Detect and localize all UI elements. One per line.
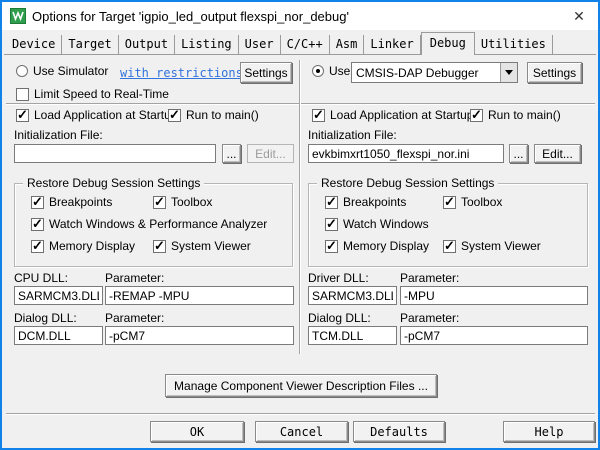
left-run-to-main-checkbox[interactable]: Run to main() xyxy=(168,108,259,122)
tab-user[interactable]: User xyxy=(239,35,281,55)
left-breakpoints-checkbox[interactable]: Breakpoints xyxy=(31,195,112,209)
right-dialog-dll-input[interactable] xyxy=(308,326,397,345)
left-browse-button[interactable]: ... xyxy=(222,144,241,163)
help-button[interactable]: Help xyxy=(503,421,595,442)
checkbox-box xyxy=(153,240,166,253)
checkbox-box xyxy=(312,109,325,122)
debugger-settings-button[interactable]: Settings xyxy=(527,62,582,83)
cpu-dll-input[interactable] xyxy=(14,286,103,305)
radio-circle xyxy=(16,65,28,77)
left-edit-button: Edit... xyxy=(247,144,294,163)
driver-dll-input[interactable] xyxy=(308,286,397,305)
left-restore-group-title: Restore Debug Session Settings xyxy=(23,176,204,190)
left-dialog-param-input[interactable] xyxy=(105,326,294,345)
with-restrictions-link[interactable]: with restrictions xyxy=(120,66,243,80)
titlebar: Options for Target 'igpio_led_output fle… xyxy=(2,2,598,30)
checkbox-box xyxy=(31,240,44,253)
left-load-app-checkbox[interactable]: Load Application at Startup xyxy=(16,108,177,122)
tab-debug[interactable]: Debug xyxy=(421,32,475,55)
checkbox-box xyxy=(470,109,483,122)
right-watch-windows-checkbox[interactable]: Watch Windows xyxy=(325,217,429,231)
checkbox-box xyxy=(31,218,44,231)
left-watch-windows-checkbox[interactable]: Watch Windows & Performance Analyzer xyxy=(31,217,267,231)
left-dialog-dll-input[interactable] xyxy=(14,326,103,345)
tab-cpp[interactable]: C/C++ xyxy=(281,35,330,55)
right-load-app-checkbox[interactable]: Load Application at Startup xyxy=(312,108,473,122)
right-restore-group: Restore Debug Session Settings Breakpoin… xyxy=(308,183,588,267)
left-memory-display-checkbox[interactable]: Memory Display xyxy=(31,239,135,253)
left-init-file-label: Initialization File: xyxy=(14,128,103,142)
driver-dll-label: Driver DLL: xyxy=(308,271,369,285)
driver-param-label: Parameter: xyxy=(400,271,459,285)
window-title: Options for Target 'igpio_led_output fle… xyxy=(32,9,349,24)
right-memory-display-checkbox[interactable]: Memory Display xyxy=(325,239,429,253)
left-init-file-input[interactable] xyxy=(14,144,216,163)
cpu-dll-label: CPU DLL: xyxy=(14,271,68,285)
right-dialog-param-label: Parameter: xyxy=(400,311,459,325)
use-debugger-radio[interactable]: Use: xyxy=(312,64,354,78)
tab-listing[interactable]: Listing xyxy=(175,35,239,55)
defaults-button[interactable]: Defaults xyxy=(353,421,445,442)
checkbox-box xyxy=(153,196,166,209)
left-dialog-dll-label: Dialog DLL: xyxy=(14,311,77,325)
driver-param-input[interactable] xyxy=(400,286,588,305)
cpu-param-input[interactable] xyxy=(105,286,294,305)
limit-speed-checkbox[interactable]: Limit Speed to Real-Time xyxy=(16,87,169,101)
close-icon[interactable]: ✕ xyxy=(568,5,590,27)
manage-component-viewer-button[interactable]: Manage Component Viewer Description File… xyxy=(165,374,437,397)
right-edit-button[interactable]: Edit... xyxy=(534,144,581,163)
checkbox-box xyxy=(325,240,338,253)
tab-target[interactable]: Target xyxy=(62,35,118,55)
left-system-viewer-checkbox[interactable]: System Viewer xyxy=(153,239,251,253)
ok-button[interactable]: OK xyxy=(150,421,244,442)
checkbox-box xyxy=(31,196,44,209)
radio-circle xyxy=(312,65,324,77)
tab-linker[interactable]: Linker xyxy=(364,35,420,55)
right-breakpoints-checkbox[interactable]: Breakpoints xyxy=(325,195,406,209)
right-browse-button[interactable]: ... xyxy=(509,144,528,163)
footer-separator xyxy=(6,413,595,415)
right-init-file-label: Initialization File: xyxy=(308,128,397,142)
right-init-file-input[interactable] xyxy=(308,144,504,163)
right-run-to-main-checkbox[interactable]: Run to main() xyxy=(470,108,561,122)
panel-divider xyxy=(299,60,301,354)
checkbox-box xyxy=(443,196,456,209)
tab-device[interactable]: Device xyxy=(6,35,62,55)
simulator-settings-button[interactable]: Settings xyxy=(240,62,292,83)
checkbox-box xyxy=(16,88,29,101)
uvision-icon xyxy=(10,8,26,24)
options-for-target-dialog: Options for Target 'igpio_led_output fle… xyxy=(0,0,600,450)
left-toolbox-checkbox[interactable]: Toolbox xyxy=(153,195,212,209)
chevron-down-icon xyxy=(500,63,517,82)
right-system-viewer-checkbox[interactable]: System Viewer xyxy=(443,239,541,253)
use-simulator-radio[interactable]: Use Simulator xyxy=(16,64,108,78)
cancel-button[interactable]: Cancel xyxy=(255,421,348,442)
checkbox-box xyxy=(325,218,338,231)
right-toolbox-checkbox[interactable]: Toolbox xyxy=(443,195,502,209)
left-restore-group: Restore Debug Session Settings Breakpoin… xyxy=(14,183,293,267)
checkbox-box xyxy=(325,196,338,209)
left-dialog-param-label: Parameter: xyxy=(105,311,164,325)
debugger-select[interactable]: CMSIS-DAP Debugger xyxy=(351,62,518,83)
right-dialog-dll-label: Dialog DLL: xyxy=(308,311,371,325)
tab-utilities[interactable]: Utilities xyxy=(475,35,553,55)
checkbox-box xyxy=(16,109,29,122)
checkbox-box xyxy=(168,109,181,122)
tabstrip: Device Target Output Listing User C/C++ … xyxy=(6,32,594,55)
right-dialog-param-input[interactable] xyxy=(400,326,588,345)
right-restore-group-title: Restore Debug Session Settings xyxy=(317,176,498,190)
tab-output[interactable]: Output xyxy=(119,35,175,55)
checkbox-box xyxy=(443,240,456,253)
cpu-param-label: Parameter: xyxy=(105,271,164,285)
tab-asm[interactable]: Asm xyxy=(330,35,365,55)
